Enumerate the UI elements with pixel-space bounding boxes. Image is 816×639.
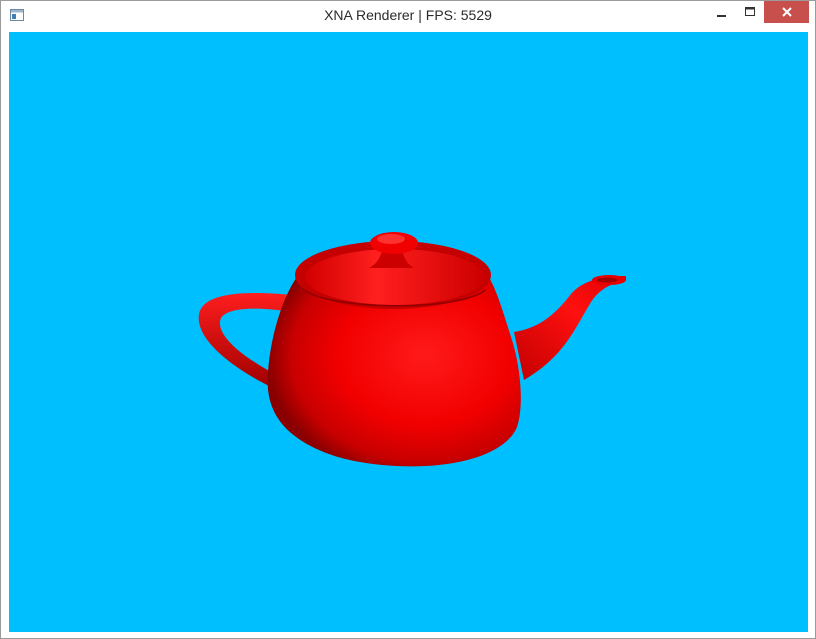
maximize-button[interactable] — [736, 1, 764, 23]
close-icon — [781, 7, 792, 17]
teapot-spout — [514, 275, 626, 380]
window-title: XNA Renderer | FPS: 5529 — [324, 7, 492, 23]
render-viewport[interactable] — [9, 32, 808, 632]
teapot-render — [198, 232, 626, 467]
close-button[interactable] — [764, 1, 809, 23]
maximize-icon — [745, 7, 755, 16]
minimize-icon — [717, 15, 726, 17]
app-window: XNA Renderer | FPS: 5529 — [0, 0, 816, 639]
minimize-button[interactable] — [708, 1, 736, 23]
title-bar[interactable]: XNA Renderer | FPS: 5529 — [1, 1, 815, 32]
